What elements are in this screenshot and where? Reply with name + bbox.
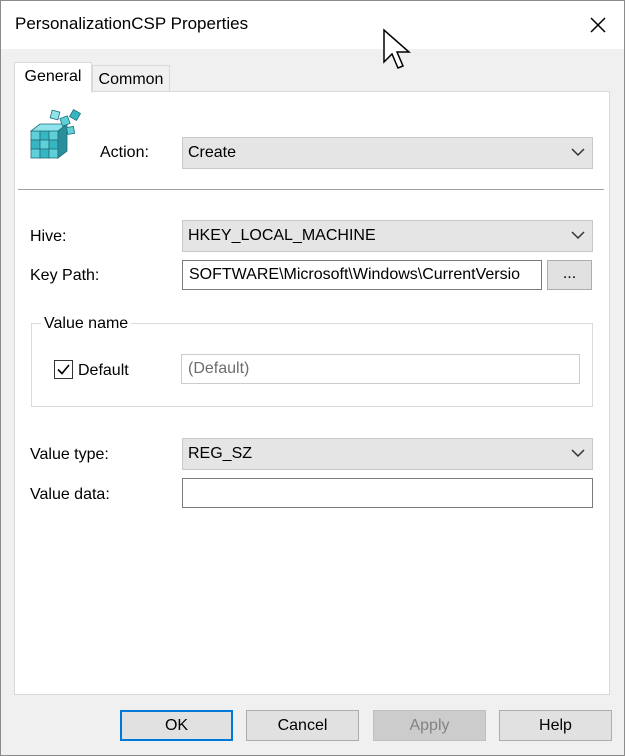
hive-dropdown[interactable]: HKEY_LOCAL_MACHINE (182, 220, 593, 252)
action-label: Action: (100, 144, 149, 161)
value-name-input: (Default) (181, 354, 580, 384)
tab-common[interactable]: Common (92, 65, 170, 92)
registry-icon (29, 108, 82, 159)
checkmark-icon (57, 364, 70, 375)
ok-button-label: OK (164, 717, 189, 734)
separator (18, 189, 604, 190)
key-path-value: SOFTWARE\Microsoft\Windows\CurrentVersio (189, 266, 521, 283)
key-path-label: Key Path: (30, 267, 100, 284)
close-icon (590, 17, 606, 33)
tab-common-label: Common (98, 71, 164, 88)
action-value: Create (188, 144, 237, 161)
value-type-value: REG_SZ (188, 445, 253, 462)
chevron-down-icon (571, 148, 585, 157)
help-button[interactable]: Help (499, 710, 612, 741)
value-type-dropdown[interactable]: REG_SZ (182, 438, 593, 470)
tab-general[interactable]: General (14, 62, 92, 93)
tab-general-label: General (24, 68, 82, 85)
window-title: PersonalizationCSP Properties (15, 14, 249, 33)
ok-button[interactable]: OK (120, 710, 233, 741)
mouse-pointer-icon (383, 28, 411, 69)
default-checkbox[interactable] (54, 360, 73, 379)
chevron-down-icon (571, 231, 585, 240)
value-data-label: Value data: (30, 486, 110, 503)
apply-button: Apply (373, 710, 486, 741)
help-button-label: Help (539, 717, 572, 734)
cancel-button-label: Cancel (277, 717, 328, 734)
browse-key-path-button[interactable]: ... (547, 260, 592, 290)
close-button[interactable] (578, 5, 618, 45)
value-name-value: (Default) (188, 360, 250, 377)
action-dropdown[interactable]: Create (182, 137, 593, 169)
default-checkbox-label: Default (78, 362, 129, 379)
cancel-button[interactable]: Cancel (246, 710, 359, 741)
value-data-input[interactable] (182, 478, 593, 508)
value-name-group-title: Value name (41, 315, 132, 333)
title-bar: PersonalizationCSP Properties (1, 1, 624, 49)
apply-button-label: Apply (409, 717, 450, 734)
hive-label: Hive: (30, 228, 67, 245)
value-type-label: Value type: (30, 446, 109, 463)
key-path-input[interactable]: SOFTWARE\Microsoft\Windows\CurrentVersio (182, 260, 542, 290)
properties-dialog: PersonalizationCSP Properties General Co… (0, 0, 625, 756)
browse-button-label: ... (562, 265, 577, 282)
chevron-down-icon (571, 449, 585, 458)
hive-value: HKEY_LOCAL_MACHINE (188, 227, 376, 244)
